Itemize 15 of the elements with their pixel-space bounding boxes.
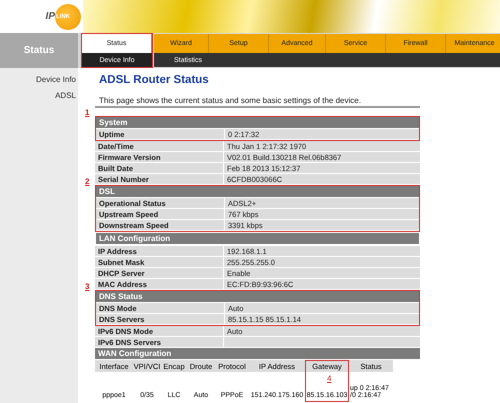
annotation-number: 2 [85, 177, 90, 186]
logo-text: IP [46, 11, 55, 22]
annotation-number: 3 [85, 282, 90, 291]
sidebar-item[interactable]: ADSL [0, 84, 78, 100]
section-header: LAN Configuration [96, 233, 419, 244]
section-header: System [96, 117, 419, 128]
sidebar-item[interactable]: Device Info [0, 68, 78, 84]
page-title: ADSL Router Status [99, 74, 210, 86]
section-header: DNS Status [96, 291, 419, 302]
annotation-number: 1 [85, 108, 90, 117]
section-header: WAN Configuration [95, 348, 420, 359]
annotation-number: 4 [327, 374, 332, 383]
section-header: DSL [96, 186, 419, 197]
sidebar-title: Status [0, 33, 78, 68]
page-description: This page shows the current status and some basic settings of the device. [95, 96, 420, 108]
